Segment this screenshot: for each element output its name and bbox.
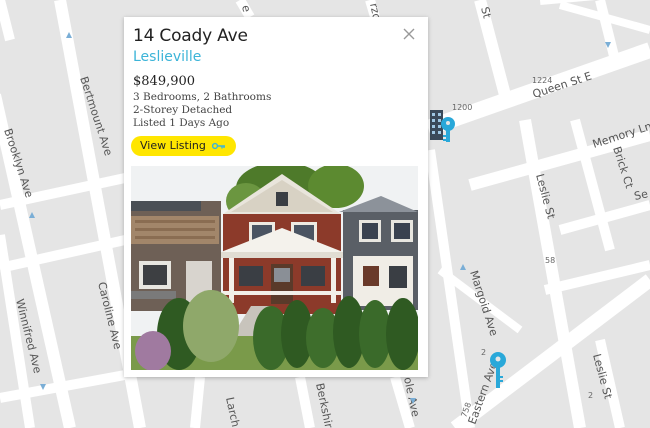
view-listing-label: View Listing	[140, 139, 206, 152]
listing-style: 2-Storey Detached	[133, 104, 233, 116]
listing-photo[interactable]	[131, 166, 418, 370]
building-icon[interactable]	[430, 110, 443, 140]
key-icon	[211, 142, 225, 150]
listing-address: 14 Coady Ave	[133, 26, 248, 46]
listing-age: Listed 1 Days Ago	[133, 117, 230, 129]
address-number: 58	[545, 256, 555, 265]
close-icon[interactable]	[402, 27, 416, 41]
address-number: 2	[588, 391, 593, 400]
address-number: 1224	[532, 76, 552, 85]
address-number: 2	[481, 348, 486, 357]
listing-price: $849,900	[133, 74, 196, 89]
listing-beds-baths: 3 Bedrooms, 2 Bathrooms	[133, 91, 272, 103]
address-number: 1200	[452, 103, 472, 112]
listing-neighbourhood[interactable]: Leslieville	[133, 49, 201, 65]
view-listing-button[interactable]: View Listing	[131, 136, 236, 156]
listing-popup: 14 Coady Ave Leslieville $849,900 3 Bedr…	[124, 17, 428, 377]
